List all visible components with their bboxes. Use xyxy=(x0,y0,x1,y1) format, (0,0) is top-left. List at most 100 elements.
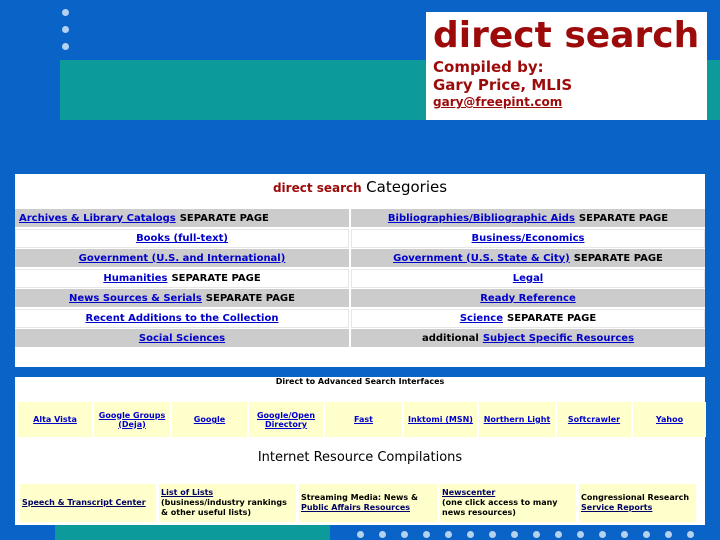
compilation-cell: Congressional Research Service Reports xyxy=(579,484,696,522)
engine-link[interactable]: Inktomi (MSN) xyxy=(408,415,473,424)
category-link[interactable]: Bibliographies/Bibliographic Aids xyxy=(388,213,575,224)
decor-dot xyxy=(467,531,474,538)
compilation-pre: Congressional Research xyxy=(581,493,690,502)
category-link[interactable]: Archives & Library Catalogs xyxy=(19,213,176,224)
category-cell: Archives & Library Catalogs SEPARATE PAG… xyxy=(15,209,349,228)
separate-page-label: SEPARATE PAGE xyxy=(578,212,669,224)
category-cell: Recent Additions to the Collection xyxy=(15,309,349,328)
engine-link[interactable]: Fast xyxy=(354,415,373,424)
decor-dot xyxy=(445,531,452,538)
category-row: Social Sciences additional Subject Speci… xyxy=(15,329,705,349)
engine-cell: Google/Open Directory xyxy=(249,402,323,437)
categories-panel: direct search Categories Archives & Libr… xyxy=(15,174,705,367)
author-name: Gary Price, MLIS xyxy=(433,76,573,94)
compilation-list: Speech & Transcript Center List of Lists… xyxy=(20,484,699,522)
category-link[interactable]: Science xyxy=(460,313,503,324)
decor-dot xyxy=(357,531,364,538)
category-link[interactable]: Legal xyxy=(513,273,544,284)
categories-heading-brand: direct search xyxy=(272,181,362,195)
compilation-pre: Streaming Media: News & xyxy=(301,493,418,502)
category-link[interactable]: Ready Reference xyxy=(480,293,576,304)
compilation-cell: Newscenter (one click access to many new… xyxy=(440,484,576,522)
categories-heading: direct search Categories xyxy=(15,174,705,204)
category-link[interactable]: News Sources & Serials xyxy=(69,293,202,304)
separate-page-label: SEPARATE PAGE xyxy=(205,292,295,304)
compilation-link[interactable]: Public Affairs Resources xyxy=(301,503,435,513)
category-link[interactable]: Business/Economics xyxy=(472,233,585,244)
category-link[interactable]: Subject Specific Resources xyxy=(483,333,634,344)
decor-dot xyxy=(643,531,650,538)
decor-dot xyxy=(379,531,386,538)
engine-link[interactable]: Northern Light xyxy=(484,415,551,424)
advanced-search-title: Direct to Advanced Search Interfaces xyxy=(275,377,445,386)
brand-title: direct search xyxy=(433,15,700,56)
separate-page-label: SEPARATE PAGE xyxy=(573,252,663,264)
decor-dot xyxy=(62,9,69,16)
engine-cell: Yahoo xyxy=(633,402,706,437)
engine-cell: Northern Light xyxy=(479,402,555,437)
additional-label: additional xyxy=(421,332,479,344)
category-link[interactable]: Humanities xyxy=(103,273,167,284)
title-box: direct search Compiled by: Gary Price, M… xyxy=(426,12,707,120)
categories-heading-text: Categories xyxy=(366,178,448,196)
engine-link[interactable]: Google Groups (Deja) xyxy=(96,411,168,429)
engine-link[interactable]: Yahoo xyxy=(656,415,683,424)
category-cell: Ready Reference xyxy=(351,289,705,308)
compilation-desc: (one click access to many news resources… xyxy=(442,498,558,517)
category-row: Recent Additions to the Collection Scien… xyxy=(15,309,705,329)
category-cell: Business/Economics xyxy=(351,229,705,248)
separate-page-label: SEPARATE PAGE xyxy=(507,313,597,324)
compilation-link[interactable]: Speech & Transcript Center xyxy=(22,498,154,508)
category-cell: Science SEPARATE PAGE xyxy=(351,309,705,328)
decor-dot xyxy=(687,531,694,538)
category-cell: Government (U.S. State & City) SEPARATE … xyxy=(351,249,705,268)
decor-dot xyxy=(621,531,628,538)
compilations-title: Internet Resource Compilations xyxy=(257,450,463,465)
decor-dot xyxy=(62,43,69,50)
separate-page-label: SEPARATE PAGE xyxy=(171,273,261,284)
decor-dot xyxy=(555,531,562,538)
engine-cell: Alta Vista xyxy=(18,402,92,437)
decor-dot xyxy=(62,26,69,33)
engine-link[interactable]: Alta Vista xyxy=(33,415,77,424)
categories-grid: Archives & Library Catalogs SEPARATE PAG… xyxy=(15,209,705,349)
compiled-by-label: Compiled by: xyxy=(433,58,544,76)
engine-cell: Fast xyxy=(325,402,402,437)
engine-link[interactable]: Google/Open Directory xyxy=(251,411,321,429)
category-row: News Sources & Serials SEPARATE PAGE Rea… xyxy=(15,289,705,309)
decor-dot xyxy=(401,531,408,538)
category-link[interactable]: Government (U.S. and International) xyxy=(79,253,286,264)
decor-dot xyxy=(665,531,672,538)
engine-link[interactable]: Google xyxy=(194,415,225,424)
category-link[interactable]: Recent Additions to the Collection xyxy=(86,313,279,324)
category-cell: additional Subject Specific Resources xyxy=(351,329,705,348)
decor-dot xyxy=(577,531,584,538)
category-cell: News Sources & Serials SEPARATE PAGE xyxy=(15,289,349,308)
category-cell: Books (full-text) xyxy=(15,229,349,248)
compilation-link[interactable]: Newscenter xyxy=(442,488,574,498)
category-link[interactable]: Social Sciences xyxy=(139,333,225,344)
compilation-cell: Streaming Media: News & Public Affairs R… xyxy=(299,484,437,522)
search-panel: Direct to Advanced Search Interfaces Alt… xyxy=(15,377,708,525)
decor-dot xyxy=(511,531,518,538)
category-row: Archives & Library Catalogs SEPARATE PAG… xyxy=(15,209,705,229)
category-cell: Legal xyxy=(351,269,705,288)
category-cell: Government (U.S. and International) xyxy=(15,249,349,268)
email-link[interactable]: gary@freepint.com xyxy=(433,94,707,110)
compilation-cell: Speech & Transcript Center xyxy=(20,484,156,522)
engine-cell: Google Groups (Deja) xyxy=(94,402,170,437)
compilation-desc: (business/industry rankings & other usef… xyxy=(161,498,287,517)
separate-page-label: SEPARATE PAGE xyxy=(179,212,269,224)
engine-cell: Google xyxy=(172,402,247,437)
engine-cell: Softcrawler xyxy=(557,402,631,437)
category-link[interactable]: Books (full-text) xyxy=(136,233,228,244)
category-row: Government (U.S. and International) Gove… xyxy=(15,249,705,269)
engine-link[interactable]: Softcrawler xyxy=(568,415,620,424)
engine-cell: Inktomi (MSN) xyxy=(404,402,477,437)
compilation-link[interactable]: Service Reports xyxy=(581,503,694,513)
compilation-link[interactable]: List of Lists xyxy=(161,488,294,498)
category-link[interactable]: Government (U.S. State & City) xyxy=(393,253,570,264)
decor-dot xyxy=(489,531,496,538)
engine-list: Alta Vista Google Groups (Deja) Google G… xyxy=(18,402,708,437)
category-row: Books (full-text) Business/Economics xyxy=(15,229,705,249)
